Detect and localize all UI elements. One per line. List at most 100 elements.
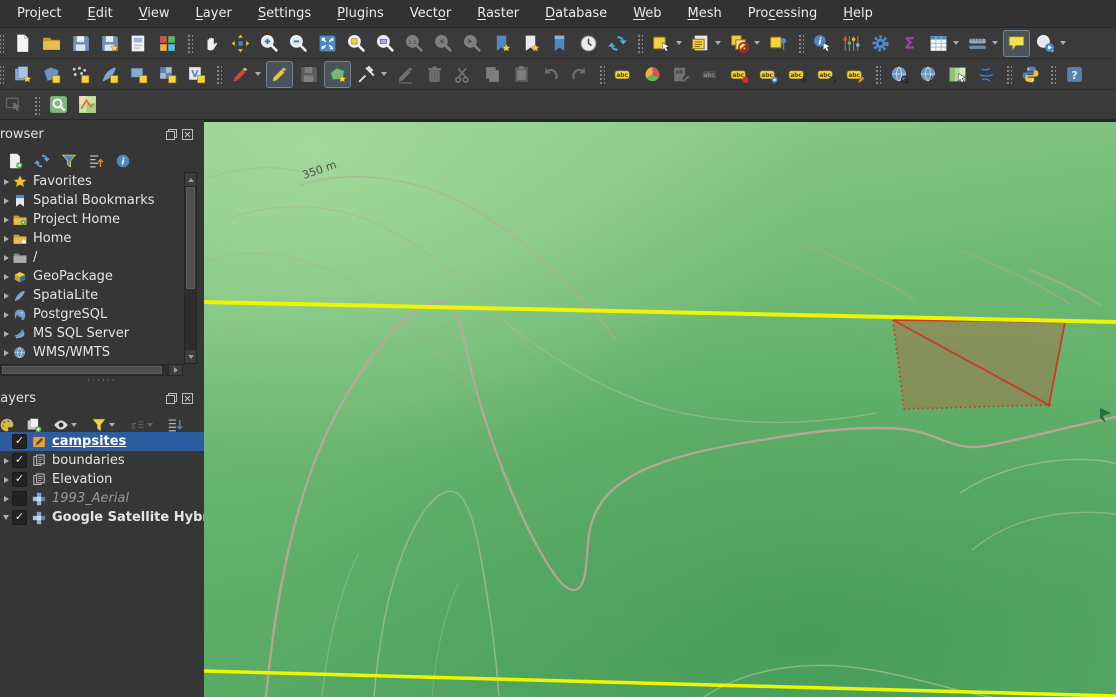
copy-features-button[interactable] — [479, 61, 506, 88]
browser-horizontal-scrollbar[interactable] — [0, 364, 183, 376]
browser-item-wms-wmts[interactable]: WMS/WMTS — [0, 343, 204, 362]
layers-float-button[interactable] — [165, 392, 178, 405]
new-project-button[interactable] — [9, 30, 36, 57]
zoom-full-extent-button[interactable] — [314, 30, 341, 57]
select-features-by-value-button[interactable] — [687, 30, 714, 57]
expand-arrow[interactable] — [1, 311, 11, 318]
menu-plugins[interactable]: Plugins — [324, 3, 397, 24]
add-delimited-text-layer-button[interactable] — [67, 61, 94, 88]
move-label-button[interactable]: abc — [755, 61, 782, 88]
expand-arrow[interactable] — [1, 476, 11, 483]
properties-widget-button[interactable]: i — [114, 152, 132, 170]
expand-arrow[interactable] — [1, 197, 11, 204]
zoom-to-selection-button[interactable] — [343, 30, 370, 57]
run-feature-action-button[interactable] — [838, 30, 865, 57]
browser-vertical-scrollbar[interactable] — [184, 172, 197, 364]
browser-item-geopackage[interactable]: GeoPackage — [0, 267, 204, 286]
select-features-by-value-dropdown-arrow[interactable] — [715, 41, 721, 45]
scroll-up-button[interactable] — [185, 173, 196, 187]
layer-visibility-checkbox[interactable] — [12, 491, 27, 506]
toolbar-drag-handle[interactable] — [0, 33, 4, 53]
toolbar-drag-handle[interactable] — [598, 64, 605, 84]
help-contents-button[interactable]: ? — [1061, 61, 1088, 88]
scrollbar-thumb[interactable] — [186, 187, 195, 289]
expand-arrow[interactable] — [1, 273, 11, 280]
browser-item-spatialite[interactable]: SpatiaLite — [0, 286, 204, 305]
map-tips-button[interactable] — [1003, 29, 1030, 57]
open-attribute-table-dropdown-arrow[interactable] — [953, 41, 959, 45]
measure-button[interactable] — [964, 30, 991, 57]
expand-arrow[interactable] — [1, 330, 11, 337]
menu-settings[interactable]: Settings — [245, 3, 324, 24]
expand-arrow[interactable] — [1, 178, 11, 185]
zoom-next-button[interactable] — [459, 30, 486, 57]
undo-button[interactable] — [537, 61, 564, 88]
toolbar-drag-handle[interactable] — [0, 64, 4, 84]
expand-arrow[interactable] — [1, 457, 11, 464]
toolbar-drag-handle[interactable] — [1005, 64, 1012, 84]
layer-item-elevation[interactable]: ✓ Elevation — [0, 470, 204, 489]
browser-item--[interactable]: / — [0, 248, 204, 267]
current-edits-dropdown-arrow[interactable] — [255, 72, 261, 76]
menu-processing[interactable]: Processing — [735, 3, 830, 24]
layer-labeling-options-button[interactable]: abc — [610, 61, 637, 88]
menu-raster[interactable]: Raster — [464, 3, 532, 24]
annotation-tool-button[interactable] — [1, 91, 28, 118]
zoom-in-button[interactable] — [256, 30, 283, 57]
save-project-as-button[interactable] — [96, 30, 123, 57]
filter-browser-button[interactable] — [60, 152, 78, 170]
zoom-to-layer-button[interactable] — [372, 30, 399, 57]
scrollbar-thumb[interactable] — [2, 366, 162, 374]
web-services-button[interactable] — [915, 61, 942, 88]
menu-vector[interactable]: Vector — [397, 3, 464, 24]
menu-view[interactable]: View — [126, 3, 183, 24]
browser-item-spatial-bookmarks[interactable]: Spatial Bookmarks — [0, 191, 204, 210]
scroll-down-button[interactable] — [185, 349, 196, 363]
deselect-features-button[interactable] — [726, 30, 753, 57]
layer-visibility-checkbox[interactable]: ✓ — [12, 434, 27, 449]
browser-float-button[interactable] — [165, 128, 178, 141]
current-edits-button[interactable] — [227, 61, 254, 88]
browser-item-project-home[interactable]: Project Home — [0, 210, 204, 229]
show-hide-labels-button[interactable]: abc — [726, 61, 753, 88]
add-spatialite-layer-button[interactable] — [96, 61, 123, 88]
pan-map-button[interactable] — [198, 30, 225, 57]
menu-project[interactable]: Project — [4, 3, 75, 24]
paste-features-button[interactable] — [508, 61, 535, 88]
open-attribute-table-button[interactable] — [925, 30, 952, 57]
add-polygon-feature-button[interactable] — [324, 60, 351, 88]
new-virtual-layer-button[interactable]: V — [183, 61, 210, 88]
layer-item-google-satellite-hybrid[interactable]: ✓ Google Satellite Hybrid — [0, 508, 204, 527]
edit-label-button[interactable]: abc — [842, 61, 869, 88]
quickmapservices-button[interactable] — [973, 61, 1000, 88]
vertex-tool-button[interactable] — [353, 61, 380, 88]
zoom-native-resolution-button[interactable]: 1:1 — [401, 30, 428, 57]
menu-help[interactable]: Help — [830, 3, 886, 24]
processing-toolbox-button[interactable] — [867, 30, 894, 57]
layer-item-campsites[interactable]: ✓ campsites — [0, 432, 204, 451]
filter-by-expression-dropdown-arrow[interactable] — [147, 423, 153, 427]
statistical-summary-button[interactable]: Σ — [896, 30, 923, 57]
pin-unpin-labels-button[interactable]: abc — [697, 61, 724, 88]
toolbar-drag-handle[interactable] — [215, 64, 222, 84]
zoom-last-button[interactable] — [430, 30, 457, 57]
filter-legend-dropdown-arrow[interactable] — [109, 423, 115, 427]
collapse-all-button[interactable] — [87, 152, 105, 170]
spatial-bookmarks-manager-button[interactable] — [546, 30, 573, 57]
style-manager-button[interactable] — [154, 30, 181, 57]
new-map-view-button[interactable] — [1032, 30, 1059, 57]
pan-to-selection-button[interactable] — [227, 30, 254, 57]
layer-visibility-checkbox[interactable]: ✓ — [12, 453, 27, 468]
refresh-browser-button[interactable] — [33, 152, 51, 170]
layer-visibility-checkbox[interactable]: ✓ — [12, 510, 27, 525]
osm-place-search-button[interactable] — [74, 91, 101, 118]
qgis2web-button[interactable] — [944, 61, 971, 88]
browser-item-home[interactable]: Home — [0, 229, 204, 248]
zoom-out-button[interactable] — [285, 30, 312, 57]
layer-item-1993-aerial[interactable]: 1993_Aerial — [0, 489, 204, 508]
menu-mesh[interactable]: Mesh — [675, 3, 735, 24]
browser-close-button[interactable] — [181, 128, 194, 141]
toggle-editing-button[interactable] — [266, 60, 293, 88]
scroll-right-button[interactable] — [168, 365, 182, 375]
layer-diagram-options-button[interactable] — [639, 61, 666, 88]
